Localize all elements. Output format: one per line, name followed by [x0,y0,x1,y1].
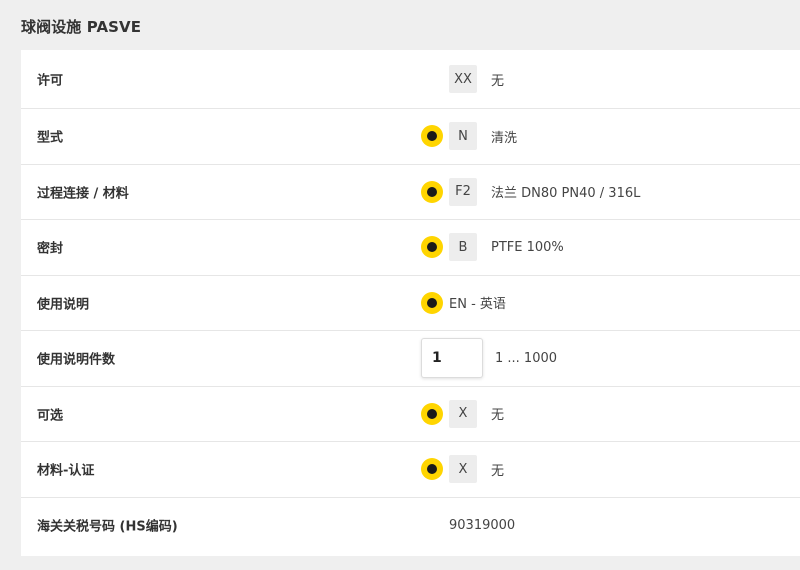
option-value: X 无 [421,387,504,442]
radio-dot-icon [427,186,437,197]
option-code: N [449,122,477,151]
option-code: X [449,455,477,484]
option-description: PTFE 100% [491,239,564,255]
option-row-instructions-quantity: 使用说明件数 1 ... 1000 [21,331,800,387]
radio-placeholder [421,68,443,90]
radio-dot-icon [427,242,437,253]
option-code: F2 [449,177,477,206]
option-code: B [449,233,477,262]
option-value: 1 ... 1000 [421,331,557,386]
option-value: N 清洗 [421,109,517,164]
option-row-optional: 可选 X 无 [21,387,800,442]
option-value: X 无 [421,442,504,497]
option-value: 90319000 [421,498,515,554]
radio-dot-icon [427,297,437,308]
option-label: 过程连接 / 材料 [37,186,129,202]
option-description: 法兰 DN80 PN40 / 316L [491,186,641,202]
radio-dot-icon [427,464,437,475]
section-title: 球阀设施 PASVE [21,18,142,36]
option-row-approval: 许可 XX 无 [21,50,800,109]
configuration-panel: 许可 XX 无 型式 N 清洗 过程连接 / 材料 F2 法兰 DN80 PN4… [21,50,800,556]
option-label: 海关关税号码 (HS编码) [37,519,178,535]
option-row-seal: 密封 B PTFE 100% [21,220,800,276]
radio-button-selected[interactable] [421,236,443,259]
radio-placeholder [421,514,443,536]
option-label: 密封 [37,241,64,257]
option-label: 使用说明 [37,297,90,313]
radio-button-selected[interactable] [421,291,443,314]
option-label: 使用说明件数 [37,352,116,368]
configuration-page: 球阀设施 PASVE 许可 XX 无 型式 N 清洗 过程连接 / 材料 F2 … [0,0,800,570]
radio-button-selected[interactable] [421,458,443,481]
option-description: 清洗 [491,130,518,146]
option-row-type: 型式 N 清洗 [21,109,800,165]
option-label: 可选 [37,408,64,424]
option-row-material-certificate: 材料-认证 X 无 [21,442,800,498]
radio-dot-icon [427,131,437,142]
radio-dot-icon [427,408,437,419]
option-value: F2 法兰 DN80 PN40 / 316L [421,165,640,220]
radio-button-selected[interactable] [421,180,443,203]
option-label: 材料-认证 [37,463,95,479]
option-description: 无 [491,408,505,424]
quantity-input[interactable] [421,338,483,379]
option-row-hs-code: 海关关税号码 (HS编码) 90319000 [21,498,800,554]
option-code: XX [449,65,477,93]
option-row-instructions: 使用说明 EN - 英语 [21,276,800,331]
quantity-range: 1 ... 1000 [495,350,558,366]
option-label: 许可 [37,73,64,89]
option-description: 无 [491,463,505,479]
option-code: X [449,399,477,428]
option-value: XX 无 [421,50,504,108]
option-description: 无 [491,73,505,89]
option-value: EN - 英语 [421,276,506,331]
radio-button-selected[interactable] [421,402,443,425]
hs-code-value: 90319000 [449,517,516,533]
option-row-process-connection: 过程连接 / 材料 F2 法兰 DN80 PN40 / 316L [21,165,800,220]
option-label: 型式 [37,130,64,146]
option-value: B PTFE 100% [421,220,564,275]
option-description: EN - 英语 [449,297,506,313]
radio-button-selected[interactable] [421,125,443,148]
